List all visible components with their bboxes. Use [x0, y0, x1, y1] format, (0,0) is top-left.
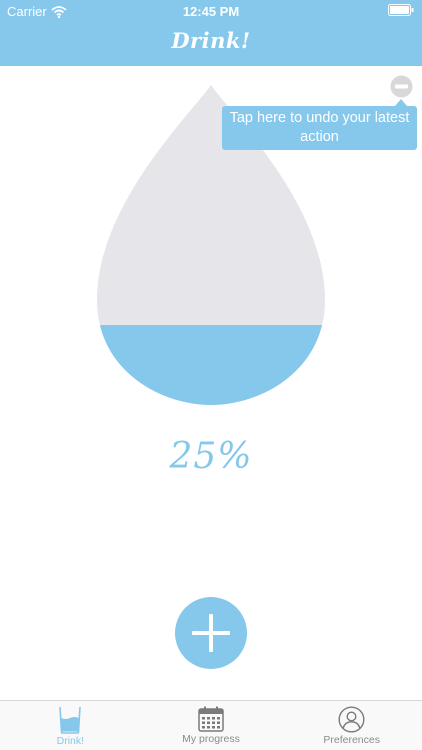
status-bar: Carrier 12:45 PM [0, 0, 422, 22]
minus-circle-icon [390, 75, 413, 98]
tab-label: Preferences [323, 734, 380, 746]
tab-bar: Drink! My progress Preferences [0, 700, 422, 750]
nav-title: Drink! [171, 28, 251, 53]
plus-icon [192, 614, 230, 652]
undo-tooltip: Tap here to undo your latest action [222, 106, 417, 150]
tab-preferences[interactable]: Preferences [281, 701, 422, 750]
tooltip-text: Tap here to undo your latest action [229, 110, 410, 145]
undo-button[interactable] [390, 75, 413, 98]
tab-drink[interactable]: Drink! [0, 701, 141, 750]
calendar-icon [198, 706, 224, 732]
status-time: 12:45 PM [182, 4, 240, 19]
tab-label: My progress [182, 733, 240, 745]
drop-water-fill [97, 325, 325, 405]
tab-my-progress[interactable]: My progress [141, 701, 282, 750]
add-drink-button[interactable] [175, 597, 247, 669]
tooltip-arrow [395, 99, 407, 106]
person-icon [338, 706, 365, 733]
header: Carrier 12:45 PM Drink! [0, 0, 422, 66]
progress-percent: 25% [169, 436, 253, 477]
battery-icon [388, 4, 414, 19]
tab-label: Drink! [56, 735, 85, 747]
glass-icon [59, 706, 82, 734]
drink-screen: Carrier 12:45 PM Drink! 25% Tap here to … [0, 0, 422, 750]
